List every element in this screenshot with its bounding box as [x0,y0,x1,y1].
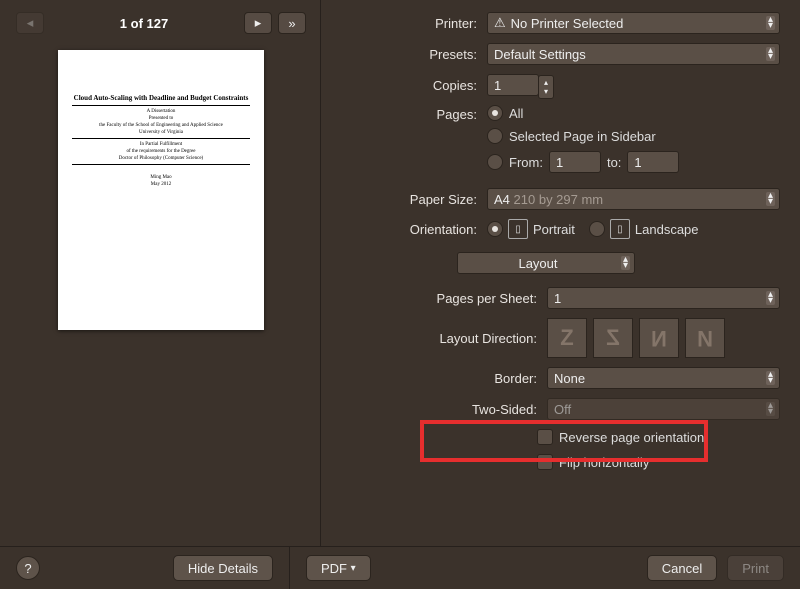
border-select[interactable]: None ▴▾ [547,367,780,389]
pages-from-label: From: [509,155,543,170]
next-page-button[interactable]: ▸ [244,12,272,34]
orientation-label: Orientation: [341,222,487,237]
pages-per-sheet-label: Pages per Sheet: [341,291,547,306]
cancel-button[interactable]: Cancel [647,555,717,581]
stepper-arrows-icon[interactable]: ▴▾ [538,75,554,99]
pages-selected-radio[interactable] [487,128,503,144]
portrait-icon: ▯ [508,219,528,239]
paper-size-label: Paper Size: [341,192,487,207]
print-dialog: ◂ 1 of 127 ▸ » Cloud Auto-Scaling with D… [0,0,800,589]
printer-label: Printer: [341,16,487,31]
settings-pane: Printer: ⚠ No Printer Selected ▴▾ Preset… [321,0,800,546]
orientation-landscape-radio[interactable] [589,221,605,237]
layout-dir-1[interactable]: Z [547,318,587,358]
prev-page-button[interactable]: ◂ [16,12,44,34]
doc-title: Cloud Auto-Scaling with Deadline and Bud… [72,94,250,102]
copies-label: Copies: [341,78,487,93]
pages-all-radio[interactable] [487,105,503,121]
pages-to-field[interactable]: 1 [627,151,679,173]
reverse-orientation-checkbox[interactable] [537,429,553,445]
print-button[interactable]: Print [727,555,784,581]
layout-dir-3[interactable]: N [639,318,679,358]
page-indicator: 1 of 127 [120,16,168,31]
pages-range-radio[interactable] [487,154,503,170]
flip-horizontally-checkbox[interactable] [537,454,553,470]
printer-select[interactable]: ⚠ No Printer Selected ▴▾ [487,12,780,34]
layout-direction-group: Z Z N N [547,318,725,358]
reverse-orientation-label: Reverse page orientation [559,430,704,445]
pages-label: Pages: [341,105,487,122]
help-button[interactable]: ? [16,556,40,580]
paper-size-select[interactable]: A4 210 by 297 mm ▴▾ [487,188,780,210]
layout-dir-4[interactable]: N [685,318,725,358]
border-label: Border: [341,371,547,386]
orientation-portrait-radio[interactable] [487,221,503,237]
warning-icon: ⚠ [494,15,506,31]
pages-per-sheet-select[interactable]: 1 ▴▾ [547,287,780,309]
flip-horizontally-label: Flip horizontally [559,455,649,470]
section-select[interactable]: Layout ▴▾ [457,252,635,274]
pages-from-field[interactable]: 1 [549,151,601,173]
pages-to-label: to: [607,155,621,170]
last-page-button[interactable]: » [278,12,306,34]
two-sided-label: Two-Sided: [341,402,547,417]
presets-select[interactable]: Default Settings ▴▾ [487,43,780,65]
two-sided-select: Off ▴▾ [547,398,780,420]
pdf-dropdown-button[interactable]: PDF ▾ [306,555,371,581]
pages-all-label: All [509,106,523,121]
page-thumbnail: Cloud Auto-Scaling with Deadline and Bud… [58,50,264,330]
preview-pane: ◂ 1 of 127 ▸ » Cloud Auto-Scaling with D… [0,0,321,546]
layout-dir-2[interactable]: Z [593,318,633,358]
landscape-icon: ▯ [610,219,630,239]
layout-direction-label: Layout Direction: [341,331,547,346]
presets-label: Presets: [341,47,487,62]
pages-selected-label: Selected Page in Sidebar [509,129,656,144]
chevron-down-icon: ▾ [351,563,356,574]
hide-details-button[interactable]: Hide Details [173,555,273,581]
copies-stepper[interactable]: 1 ▴▾ [487,74,539,96]
